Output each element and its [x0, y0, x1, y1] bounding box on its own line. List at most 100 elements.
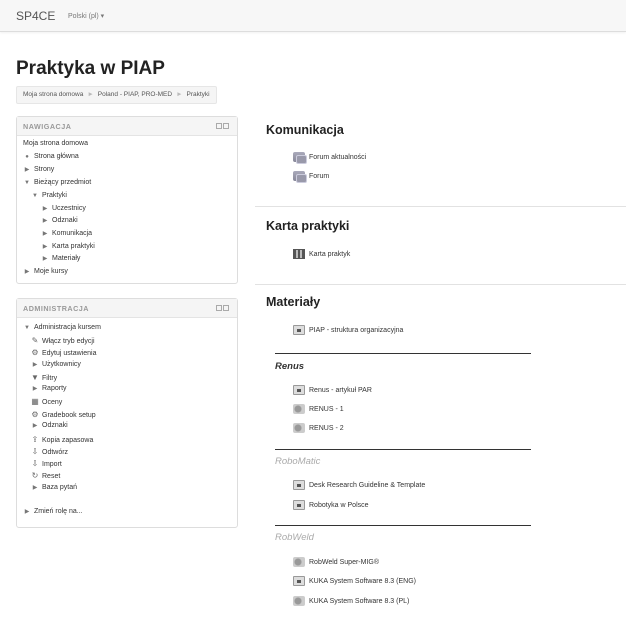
navigation-block-header: NAWIGACJA [17, 117, 237, 136]
navigation-block-title: NAWIGACJA [23, 122, 72, 131]
block-controls[interactable] [216, 305, 229, 311]
nav-item-karta[interactable]: ▶ Karta praktyki [41, 243, 95, 250]
resource-renus-1[interactable]: RENUS - 1 [293, 404, 344, 414]
nav-item-home[interactable]: Moja strona domowa [23, 140, 88, 147]
resource-renus-2[interactable]: RENUS - 2 [293, 423, 344, 433]
activity-karta-praktyk[interactable]: Karta praktyk [293, 249, 350, 259]
administration-block-header: ADMINISTRACJA [17, 299, 237, 318]
nav-item-current-course[interactable]: ▼ Bieżący przedmiot [23, 179, 91, 186]
admin-item-edit-mode[interactable]: ✎ Włącz tryb edycji [31, 336, 95, 345]
admin-item-backup[interactable]: ⇪ Kopia zapasowa [31, 435, 94, 444]
file-icon [293, 423, 305, 433]
gear-icon: ⚙ [31, 410, 39, 419]
subsection-rule [275, 449, 531, 450]
section-divider [255, 284, 626, 285]
chevron-right-icon: ▶ [24, 269, 30, 275]
admin-item-reports[interactable]: ▶ Raporty [31, 385, 67, 392]
filter-icon: ▼ [31, 373, 39, 382]
nav-item-communication[interactable]: ▶ Komunikacja [41, 230, 92, 237]
nav-item-materials[interactable]: ▶ Materiały [41, 255, 81, 262]
activity-forum-news[interactable]: Forum aktualności [293, 152, 366, 164]
administration-block: ADMINISTRACJA ▼ Administracja kursem ✎ Włą… [16, 298, 238, 528]
reset-icon: ↻ [31, 471, 39, 480]
chevron-right-icon: ▶ [42, 244, 48, 250]
section-title-komunikacja: Komunikacja [266, 123, 344, 137]
chevron-right-icon: ▶ [42, 206, 48, 212]
subheading-robweld: RobWeld [275, 532, 314, 543]
file-icon [293, 557, 305, 567]
site-brand[interactable]: SP4CE [16, 9, 55, 23]
chevron-right-icon: ▶ [32, 485, 38, 491]
admin-item-course-admin[interactable]: ▼ Administracja kursem [23, 324, 101, 331]
section-divider [255, 206, 626, 207]
breadcrumb: Moja strona domowa ► Poland - PIAP, PRO-ME… [16, 86, 217, 104]
block-controls[interactable] [216, 123, 229, 129]
nav-item-participants[interactable]: ▶ Uczestnicy [41, 205, 86, 212]
folder-icon [293, 325, 305, 335]
nav-item-praktyki[interactable]: ▼ Praktyki [31, 192, 67, 199]
chevron-right-icon: ▶ [24, 167, 30, 173]
subsection-rule [275, 353, 531, 354]
file-icon [293, 404, 305, 414]
chevron-right-icon: ▶ [24, 509, 30, 515]
breadcrumb-course[interactable]: Praktyki [187, 91, 210, 98]
resource-renus-article[interactable]: Renus - artykuł PAR [293, 385, 372, 395]
chevron-right-icon: ▶ [42, 256, 48, 262]
activity-forum[interactable]: Forum [293, 171, 329, 183]
nav-item-pages[interactable]: ▶ Strony [23, 166, 55, 173]
bullet-icon: ● [25, 154, 29, 160]
chevron-right-icon: ▶ [42, 231, 48, 237]
subheading-robomatic: RoboMatic [275, 456, 321, 467]
chevron-right-icon: ▶ [42, 218, 48, 224]
file-icon [293, 596, 305, 606]
admin-item-import[interactable]: ⇩ Import [31, 459, 62, 468]
admin-item-badges[interactable]: ▶ Odznaki [31, 422, 68, 429]
resource-kuka-eng[interactable]: KUKA System Software 8.3 (ENG) [293, 576, 416, 586]
chevron-right-icon: ▶ [32, 386, 38, 392]
navigation-block: NAWIGACJA Moja strona domowa ● Strona głó… [16, 116, 238, 284]
database-icon [293, 249, 305, 259]
admin-item-question-bank[interactable]: ▶ Baza pytań [31, 484, 77, 491]
forum-icon [293, 152, 307, 164]
chevron-down-icon: ▼ [24, 180, 30, 186]
admin-item-reset[interactable]: ↻ Reset [31, 471, 61, 480]
breadcrumb-separator-icon: ► [87, 91, 94, 98]
resource-kuka-pl[interactable]: KUKA System Software 8.3 (PL) [293, 596, 409, 606]
admin-item-restore[interactable]: ⇩ Odtwórz [31, 447, 68, 456]
breadcrumb-home[interactable]: Moja strona domowa [23, 91, 83, 98]
chevron-down-icon: ▼ [24, 325, 30, 331]
admin-item-switch-role[interactable]: ▶ Zmień rolę na... [23, 508, 83, 515]
admin-item-grades[interactable]: ▦ Oceny [31, 397, 62, 406]
nav-item-site-home[interactable]: ● Strona główna [23, 153, 79, 160]
admin-item-filters[interactable]: ▼ Filtry [31, 373, 57, 382]
collapse-icon[interactable] [223, 305, 229, 311]
pencil-icon: ✎ [31, 336, 39, 345]
nav-item-my-courses[interactable]: ▶ Moje kursy [23, 268, 68, 275]
dock-icon[interactable] [216, 305, 222, 311]
grades-icon: ▦ [31, 397, 39, 406]
breadcrumb-category[interactable]: Poland - PIAP, PRO-MED [98, 91, 172, 98]
url-icon [293, 500, 305, 510]
import-icon: ⇩ [31, 459, 39, 468]
admin-item-edit-settings[interactable]: ⚙ Edytuj ustawienia [31, 348, 96, 357]
subheading-renus: Renus [275, 361, 305, 372]
restore-icon: ⇩ [31, 447, 39, 456]
resource-robweld[interactable]: RobWeld Super-MIG® [293, 557, 379, 567]
section-title-materialy: Materiały [266, 295, 321, 309]
resource-desk-research[interactable]: Desk Research Guideline & Template [293, 480, 425, 490]
collapse-icon[interactable] [223, 123, 229, 129]
admin-item-users[interactable]: ▶ Użytkownicy [31, 361, 81, 368]
section-title-karta: Karta praktyki [266, 219, 350, 233]
folder-icon [293, 576, 305, 586]
nav-item-badges[interactable]: ▶ Odznaki [41, 217, 78, 224]
dock-icon[interactable] [216, 123, 222, 129]
page-title: Praktyka w PIAP [16, 58, 165, 79]
resource-piap-structure[interactable]: PIAP - struktura organizacyjna [293, 325, 403, 335]
breadcrumb-separator-icon: ► [176, 91, 183, 98]
subsection-rule [275, 525, 531, 526]
language-menu[interactable]: Polski (pl) ▾ [68, 12, 104, 20]
resource-robotyka[interactable]: Robotyka w Polsce [293, 500, 369, 510]
folder-icon [293, 385, 305, 395]
admin-item-gradebook-setup[interactable]: ⚙ Gradebook setup [31, 410, 95, 419]
navbar: SP4CE Polski (pl) ▾ [0, 0, 626, 32]
